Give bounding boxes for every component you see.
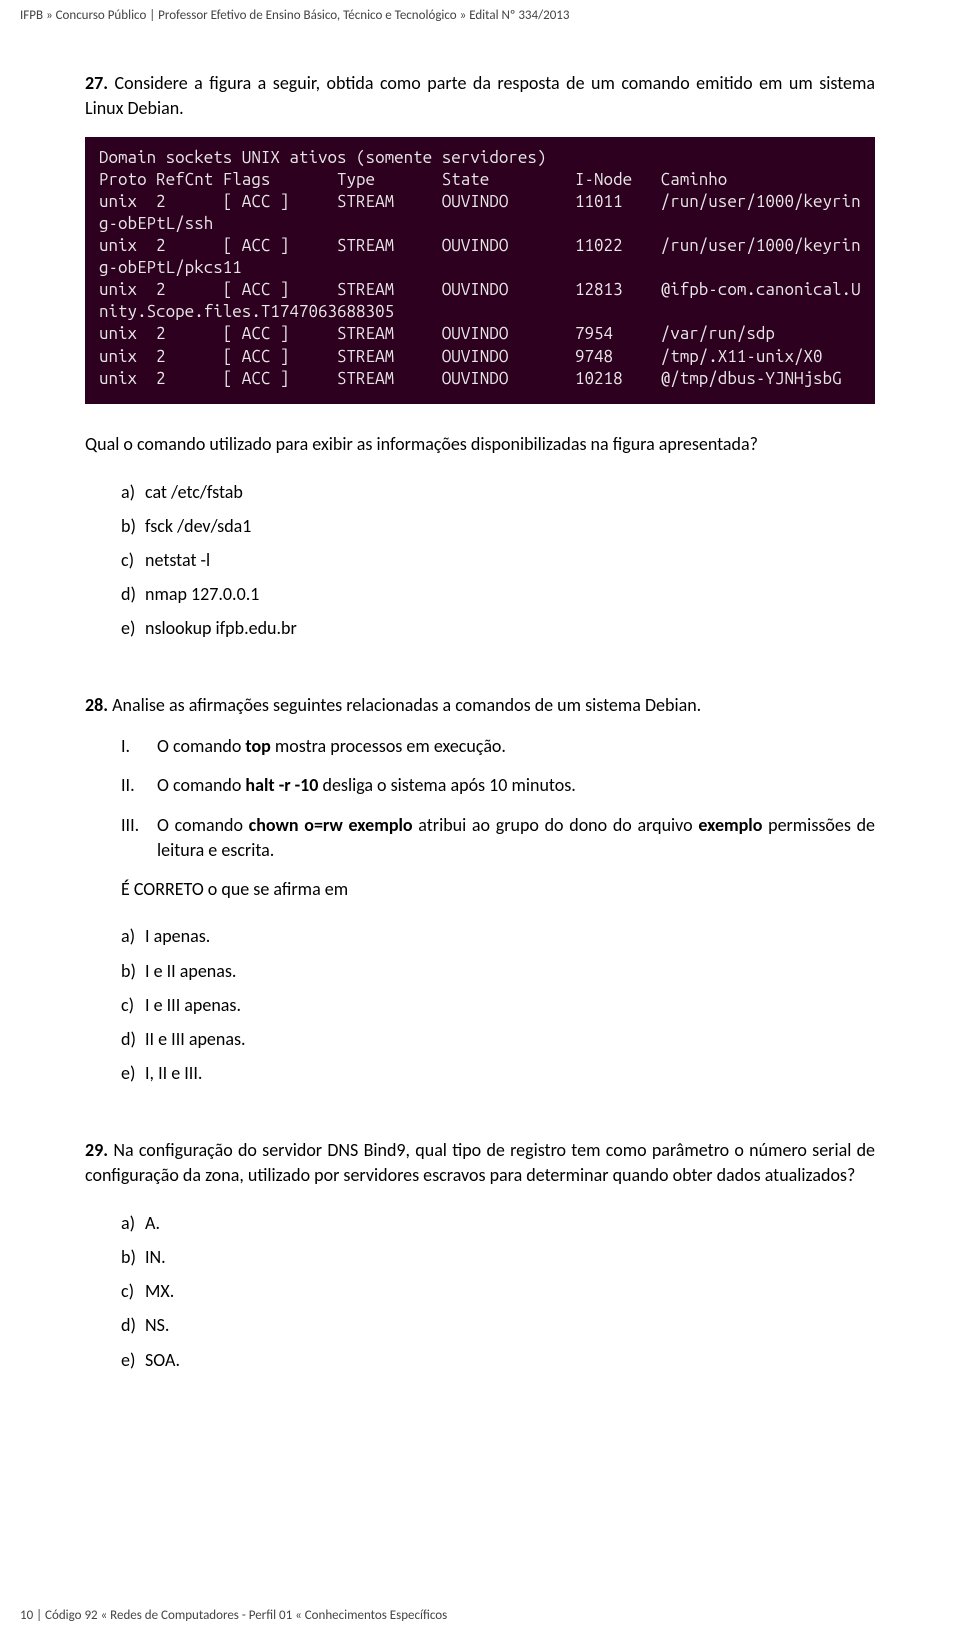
q28-option-e: e)I, II e III. <box>121 1056 875 1090</box>
roman-label: III. <box>121 813 157 863</box>
roman-text: O comando halt -r -10 desliga o sistema … <box>157 773 576 798</box>
option-text: A. <box>145 1212 160 1234</box>
page-footer: 10 | Código 92 « Redes de Computadores -… <box>20 1608 447 1623</box>
option-text: IN. <box>145 1246 166 1268</box>
q28-statement-i: I. O comando top mostra processos em exe… <box>121 734 875 759</box>
q27-terminal-output: Domain sockets UNIX ativos (somente serv… <box>85 137 875 404</box>
q27-prompt: Qual o comando utilizado para exibir as … <box>85 432 875 457</box>
q29-options: a)A. b)IN. c)MX. d)NS. e)SOA. <box>85 1206 875 1377</box>
option-text: I, II e III. <box>145 1062 202 1084</box>
option-label: b) <box>121 954 145 988</box>
option-label: a) <box>121 919 145 953</box>
q28-options: a)I apenas. b)I e II apenas. c)I e III a… <box>85 919 875 1090</box>
q27-number: 27. <box>85 72 108 94</box>
q29-option-b: b)IN. <box>121 1240 875 1274</box>
q28-number: 28. <box>85 694 108 716</box>
q27-option-d: d)nmap 127.0.0.1 <box>121 577 875 611</box>
q29-option-d: d)NS. <box>121 1308 875 1342</box>
page-header: IFPB » Concurso Público | Professor Efet… <box>0 0 960 23</box>
option-text: netstat -l <box>145 549 210 571</box>
option-text: I apenas. <box>145 925 210 947</box>
option-label: e) <box>121 1056 145 1090</box>
option-text: SOA. <box>145 1349 180 1371</box>
q28-option-d: d)II e III apenas. <box>121 1022 875 1056</box>
option-label: d) <box>121 1308 145 1342</box>
option-label: d) <box>121 577 145 611</box>
option-label: a) <box>121 1206 145 1240</box>
option-label: e) <box>121 1343 145 1377</box>
option-text: cat /etc/fstab <box>145 481 243 503</box>
option-text: nmap 127.0.0.1 <box>145 583 259 605</box>
q29-option-a: a)A. <box>121 1206 875 1240</box>
option-label: c) <box>121 1274 145 1308</box>
option-text: II e III apenas. <box>145 1028 246 1050</box>
roman-label: I. <box>121 734 157 759</box>
option-label: d) <box>121 1022 145 1056</box>
option-label: a) <box>121 475 145 509</box>
option-text: nslookup ifpb.edu.br <box>145 617 297 639</box>
q27-text: Considere a figura a seguir, obtida como… <box>85 72 875 119</box>
q29-option-c: c)MX. <box>121 1274 875 1308</box>
question-28: 28. Analise as afirmações seguintes rela… <box>85 693 875 1090</box>
option-label: b) <box>121 509 145 543</box>
page-content: 27. Considere a figura a seguir, obtida … <box>0 71 960 1377</box>
option-label: c) <box>121 543 145 577</box>
option-label: e) <box>121 611 145 645</box>
question-29: 29. Na configuração do servidor DNS Bind… <box>85 1138 875 1377</box>
q27-options: a)cat /etc/fstab b)fsck /dev/sda1 c)nets… <box>85 475 875 646</box>
question-27: 27. Considere a figura a seguir, obtida … <box>85 71 875 645</box>
roman-label: II. <box>121 773 157 798</box>
option-text: I e III apenas. <box>145 994 241 1016</box>
q29-number: 29. <box>85 1139 108 1161</box>
q27-option-a: a)cat /etc/fstab <box>121 475 875 509</box>
q28-option-b: b)I e II apenas. <box>121 954 875 988</box>
option-text: fsck /dev/sda1 <box>145 515 251 537</box>
q28-text: Analise as afirmações seguintes relacion… <box>112 694 701 716</box>
q28-statement-iii: III. O comando chown o=rw exemplo atribu… <box>121 813 875 863</box>
q29-option-e: e)SOA. <box>121 1343 875 1377</box>
q27-option-b: b)fsck /dev/sda1 <box>121 509 875 543</box>
q28-option-a: a)I apenas. <box>121 919 875 953</box>
roman-text: O comando chown o=rw exemplo atribui ao … <box>157 813 875 863</box>
option-text: MX. <box>145 1280 174 1302</box>
q28-prompt: É CORRETO o que se afirma em <box>85 877 875 901</box>
q28-statements: I. O comando top mostra processos em exe… <box>85 734 875 863</box>
option-label: b) <box>121 1240 145 1274</box>
q27-option-c: c)netstat -l <box>121 543 875 577</box>
option-text: NS. <box>145 1314 169 1336</box>
roman-text: O comando top mostra processos em execuç… <box>157 734 506 759</box>
option-text: I e II apenas. <box>145 960 236 982</box>
q29-text: Na configuração do servidor DNS Bind9, q… <box>85 1139 875 1186</box>
q28-statement-ii: II. O comando halt -r -10 desliga o sist… <box>121 773 875 798</box>
q27-option-e: e)nslookup ifpb.edu.br <box>121 611 875 645</box>
q28-option-c: c)I e III apenas. <box>121 988 875 1022</box>
option-label: c) <box>121 988 145 1022</box>
